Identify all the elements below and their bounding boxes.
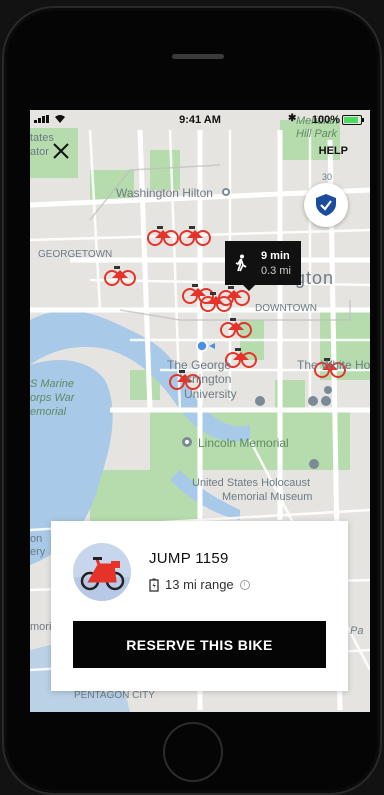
map-label: DOWNTOWN bbox=[255, 303, 318, 314]
map-label: ator bbox=[30, 146, 49, 158]
bike-range: 13 mi range bbox=[165, 577, 234, 592]
info-icon[interactable]: i bbox=[239, 579, 250, 590]
bike-avatar bbox=[73, 543, 131, 601]
phone-speaker bbox=[172, 54, 224, 59]
status-bar: 9:41 AM ✱ 100% bbox=[30, 110, 370, 130]
phone-home-button[interactable] bbox=[163, 722, 223, 782]
app-screen: tates ator Washington Hilton GEORGETOWN … bbox=[30, 110, 370, 712]
map-label: ery bbox=[30, 546, 46, 558]
shield-check-icon bbox=[316, 194, 336, 216]
map-label: on bbox=[30, 533, 43, 545]
map-label: mori bbox=[30, 621, 52, 633]
map-label: PENTAGON CITY bbox=[74, 690, 155, 701]
reserve-bike-button[interactable]: RESERVE THIS BIKE bbox=[73, 621, 326, 668]
map-label: Washington Hilton bbox=[116, 186, 213, 200]
map-label: 30 bbox=[322, 172, 333, 182]
phone-frame: tates ator Washington Hilton GEORGETOWN … bbox=[2, 6, 382, 795]
battery-percent: 100% bbox=[311, 114, 340, 126]
location-dot-icon bbox=[196, 340, 208, 352]
map-label: orps War bbox=[30, 392, 75, 404]
map-label: Lincoln Memorial bbox=[198, 436, 289, 450]
map-label: University bbox=[184, 387, 237, 401]
walk-time: 9 min bbox=[261, 250, 290, 262]
bluetooth-icon: ✱ bbox=[288, 113, 297, 124]
map-label: Pa bbox=[350, 625, 364, 637]
bike-card: JUMP 1159 13 mi range i RESERVE THIS BIK… bbox=[51, 521, 348, 691]
battery-icon bbox=[342, 115, 364, 125]
safety-button[interactable] bbox=[304, 183, 348, 227]
map-label: Memorial Museum bbox=[222, 491, 313, 503]
walk-distance: 0.3 mi bbox=[261, 265, 291, 277]
map-label: GEORGETOWN bbox=[38, 249, 113, 260]
close-icon[interactable] bbox=[50, 140, 72, 162]
map-label: The White Ho bbox=[297, 358, 370, 372]
map-label: S Marine bbox=[30, 378, 75, 390]
map-label: United States Holocaust bbox=[192, 477, 311, 489]
map-label: The George bbox=[167, 358, 232, 372]
bike-icon bbox=[73, 557, 131, 601]
walking-person-icon bbox=[235, 254, 247, 272]
bike-name: JUMP 1159 bbox=[149, 550, 229, 567]
battery-icon bbox=[149, 578, 159, 592]
walk-time-tooltip: 9 min 0.3 mi bbox=[225, 241, 301, 291]
range-row: 13 mi range i bbox=[149, 577, 250, 592]
map-label: emorial bbox=[30, 406, 67, 418]
help-button[interactable]: HELP bbox=[319, 145, 348, 157]
map-label: shington bbox=[186, 372, 232, 386]
